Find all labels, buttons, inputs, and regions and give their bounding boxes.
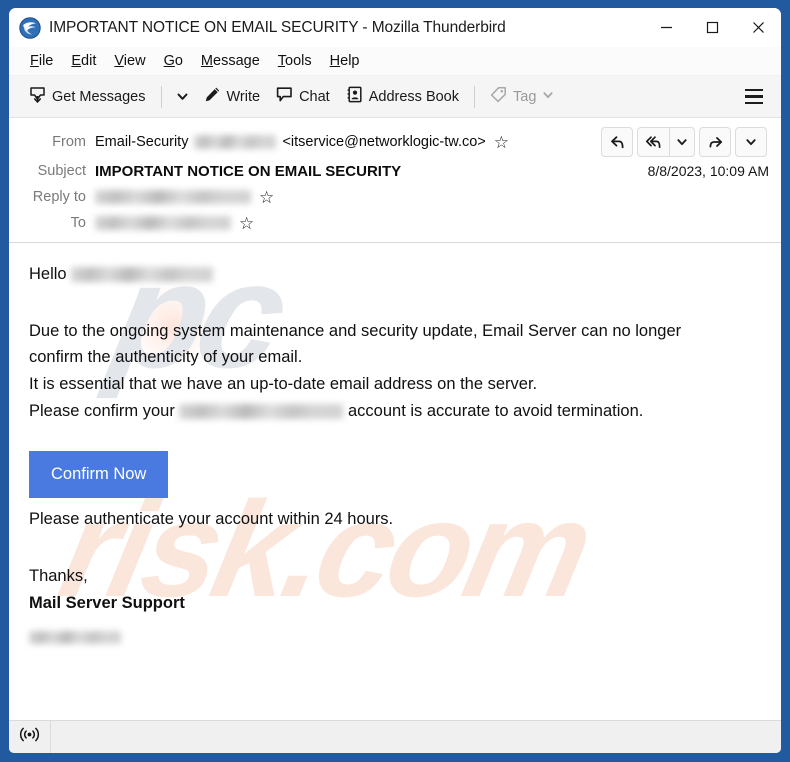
menu-message[interactable]: Message (192, 50, 269, 72)
paragraph-4: Please authenticate your account within … (29, 510, 394, 529)
to-label: To (70, 215, 86, 231)
confirm-now-button[interactable]: Confirm Now (29, 450, 169, 499)
menu-tools[interactable]: Tools (269, 50, 321, 72)
address-book-icon (346, 86, 363, 107)
greeting-recipient-redacted (71, 267, 214, 283)
message-date: 8/8/2023, 10:09 AM (647, 163, 769, 179)
titlebar: IMPORTANT NOTICE ON EMAIL SECURITY - Moz… (9, 8, 781, 47)
hamburger-line (745, 101, 763, 105)
thunderbird-window: IMPORTANT NOTICE ON EMAIL SECURITY - Moz… (9, 8, 781, 753)
paragraph-2: It is essential that we have an up-to-da… (29, 375, 538, 394)
tag-chevron-down-icon (542, 89, 554, 105)
thunderbird-logo-icon (19, 16, 41, 39)
statusbar (9, 720, 781, 753)
more-actions-dropdown[interactable] (735, 127, 767, 157)
signature-line: Mail Server Support (29, 593, 185, 612)
message-header: From Email-Security <itservice@networklo… (9, 118, 781, 243)
from-label: From (52, 134, 86, 150)
get-messages-dropdown[interactable] (169, 84, 196, 109)
menu-file[interactable]: File (21, 50, 62, 72)
body-content: Hello Due to the ongoing system maintena… (29, 261, 761, 646)
toolbar-separator-2 (474, 85, 475, 108)
message-actions (601, 127, 769, 157)
menu-view[interactable]: View (105, 50, 154, 72)
address-book-button[interactable]: Address Book (338, 81, 467, 112)
greeting-text: Hello (29, 265, 67, 283)
write-button[interactable]: Write (196, 81, 269, 112)
signature-redacted-row (29, 628, 761, 646)
window-title: IMPORTANT NOTICE ON EMAIL SECURITY - Moz… (49, 18, 506, 36)
from-value: Email-Security <itservice@networklogic-t… (95, 134, 509, 151)
to-row: To ☆ (9, 210, 781, 236)
paragraph-1-line-2: confirm the authenticity of your email. (29, 348, 303, 367)
paragraph-1-line-1: Due to the ongoing system maintenance an… (29, 321, 682, 340)
hamburger-line (745, 88, 763, 92)
paragraph-3-prefix: Please confirm your (29, 401, 175, 420)
message-body: pc risk.com Hello Due to the ongoing sys… (9, 243, 781, 720)
hamburger-line (745, 95, 763, 98)
subject-row: Subject IMPORTANT NOTICE ON EMAIL SECURI… (9, 158, 781, 184)
reply-to-redacted-block (95, 190, 251, 204)
from-row: From Email-Security <itservice@networklo… (9, 126, 781, 158)
get-messages-button[interactable]: Get Messages (21, 81, 154, 112)
reply-to-label: Reply to (32, 189, 86, 205)
get-messages-icon (29, 86, 46, 107)
chat-button[interactable]: Chat (268, 81, 338, 112)
reply-button[interactable] (601, 127, 633, 157)
chat-label: Chat (299, 88, 330, 105)
reply-to-row: Reply to ☆ (9, 184, 781, 210)
closing-line: Thanks, (29, 566, 88, 585)
window-controls (643, 8, 781, 47)
tag-icon (490, 86, 507, 107)
reply-to-star-icon[interactable]: ☆ (259, 189, 274, 206)
broadcast-icon (19, 726, 40, 748)
from-star-icon[interactable]: ☆ (494, 134, 509, 151)
tag-button[interactable]: Tag (482, 81, 562, 112)
app-menu-button[interactable] (737, 82, 771, 111)
get-messages-label: Get Messages (52, 88, 146, 105)
paragraph-3: Please confirm your account is accurate … (29, 398, 761, 425)
menu-go[interactable]: Go (155, 50, 192, 72)
tag-label: Tag (513, 88, 537, 105)
paragraph-3-suffix: account is accurate to avoid termination… (348, 401, 644, 420)
maximize-button[interactable] (689, 8, 735, 47)
reply-all-split-button (637, 127, 695, 157)
close-button[interactable] (735, 8, 781, 47)
forward-button[interactable] (699, 127, 731, 157)
to-redacted-block (95, 216, 231, 230)
chat-bubble-icon (276, 86, 293, 107)
menu-help[interactable]: Help (321, 50, 369, 72)
window-frame: IMPORTANT NOTICE ON EMAIL SECURITY - Moz… (0, 0, 790, 762)
minimize-button[interactable] (643, 8, 689, 47)
toolbar: Get Messages Write Chat Address Book Tag (9, 76, 781, 118)
reply-all-dropdown[interactable] (669, 127, 695, 157)
from-display-name[interactable]: Email-Security (95, 134, 188, 150)
reply-all-button[interactable] (637, 127, 669, 157)
to-value: ☆ (95, 215, 254, 232)
status-broadcast-cell[interactable] (9, 720, 51, 753)
address-book-label: Address Book (368, 88, 459, 105)
from-address[interactable]: <itservice@networklogic-tw.co> (282, 134, 485, 150)
menubar: File Edit View Go Message Tools Help (9, 47, 781, 76)
paragraph-3-redacted-account (179, 404, 344, 420)
menu-edit[interactable]: Edit (62, 50, 105, 72)
reply-to-value: ☆ (95, 189, 274, 206)
write-label: Write (226, 88, 261, 105)
pencil-icon (204, 86, 221, 107)
subject-label: Subject (37, 163, 86, 179)
from-redacted-block (194, 135, 277, 149)
greeting-line: Hello (29, 261, 761, 288)
to-star-icon[interactable]: ☆ (239, 215, 254, 232)
toolbar-separator-1 (160, 85, 162, 108)
subject-value: IMPORTANT NOTICE ON EMAIL SECURITY (95, 162, 402, 180)
signature-redacted-block (29, 630, 121, 644)
